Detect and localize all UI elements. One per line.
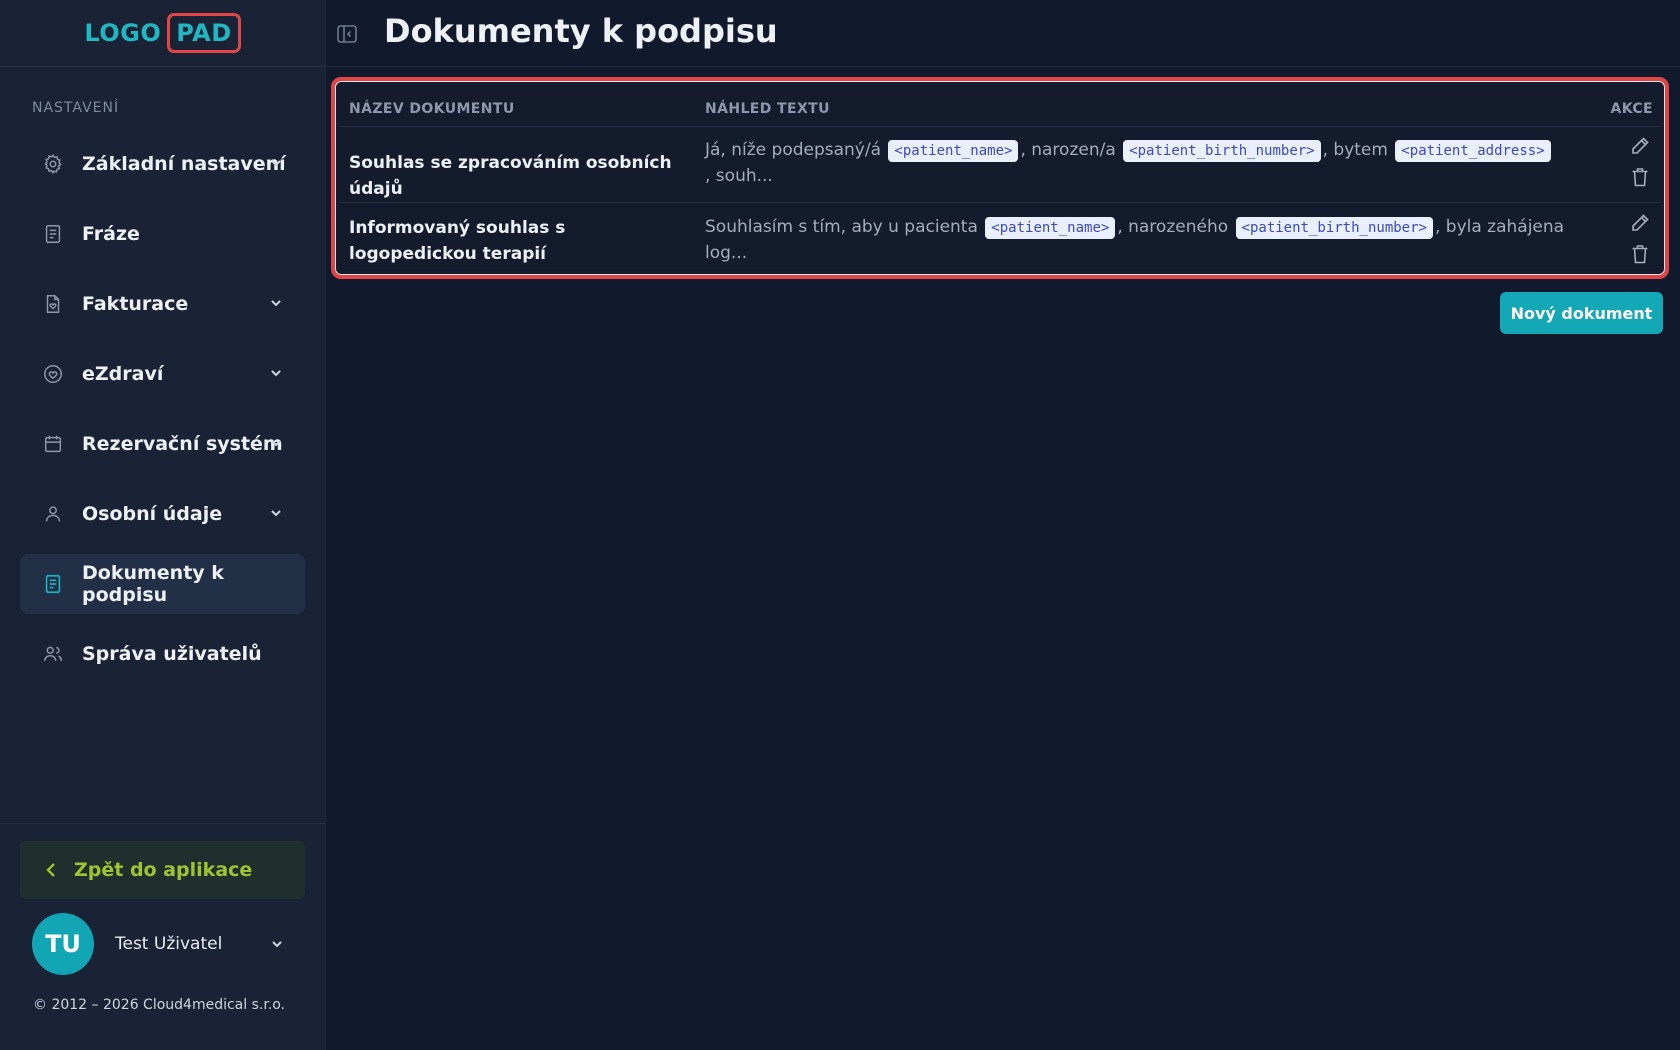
- document-preview: Já, níže podepsaný/á <patient_name>, nar…: [705, 137, 1585, 189]
- header-divider: [326, 66, 1680, 67]
- sidebar-item-fraze[interactable]: Fráze: [20, 204, 305, 264]
- trash-icon[interactable]: [1629, 166, 1651, 188]
- row-divider: [339, 126, 1661, 127]
- preview-text: , souh...: [705, 166, 773, 186]
- preview-text: , bytem: [1322, 140, 1394, 160]
- back-to-app-button[interactable]: Zpět do aplikace: [20, 841, 305, 899]
- chevron-down-icon: [271, 300, 281, 307]
- sidebar-nav: Základní nastavení Fráze Fakturace eZdra…: [20, 134, 305, 694]
- preview-text: , narozen/a: [1020, 140, 1122, 160]
- chevron-down-icon: [271, 510, 281, 517]
- document-icon: [42, 223, 64, 245]
- logo-text-right: PAD: [167, 13, 241, 53]
- user-icon: [42, 503, 64, 525]
- user-menu[interactable]: TU Test Uživatel: [32, 913, 292, 975]
- sidebar-item-dokumenty-k-podpisu[interactable]: Dokumenty k podpisu: [20, 554, 305, 614]
- document-name: Souhlas se zpracováním osobních údajů: [349, 153, 672, 199]
- preview-text: Já, níže podepsaný/á: [705, 140, 887, 160]
- sidebar-item-label: eZdraví: [82, 363, 164, 385]
- sidebar-item-label: Základní nastavení: [82, 153, 286, 175]
- logo-text-left: LOGO: [84, 19, 162, 47]
- placeholder-tag: <patient_birth_number>: [1123, 140, 1321, 162]
- document-icon: [42, 573, 64, 595]
- chevron-down-icon: [271, 370, 281, 377]
- sidebar-item-fakturace[interactable]: Fakturace: [20, 274, 305, 334]
- chevron-down-icon: [271, 160, 281, 167]
- column-header-name: NÁZEV DOKUMENTU: [349, 101, 515, 117]
- sidebar-item-osobni-udaje[interactable]: Osobní údaje: [20, 484, 305, 544]
- section-label: NASTAVENÍ: [32, 100, 120, 116]
- documents-table: NÁZEV DOKUMENTU NÁHLED TEXTU AKCE Souhla…: [331, 77, 1669, 279]
- sidebar-item-sprava-uzivatelu[interactable]: Správa uživatelů: [20, 624, 305, 684]
- chevron-left-icon: [46, 863, 55, 877]
- heart-shield-icon: [42, 363, 64, 385]
- page-title: Dokumenty k podpisu: [384, 12, 778, 50]
- users-icon: [42, 643, 64, 665]
- document-name: Informovaný souhlas s logopedickou terap…: [349, 218, 566, 264]
- preview-text: Souhlasím s tím, aby u pacienta: [705, 217, 984, 237]
- trash-icon[interactable]: [1629, 243, 1651, 265]
- sidebar-item-zakladni-nastaveni[interactable]: Základní nastavení: [20, 134, 305, 194]
- sidebar-item-label: Správa uživatelů: [82, 643, 262, 665]
- chevron-down-icon: [272, 941, 282, 948]
- sidebar-item-label: Dokumenty k podpisu: [82, 562, 224, 606]
- avatar: TU: [32, 913, 94, 975]
- sidebar-item-label: Rezervační systém: [82, 433, 283, 455]
- column-header-actions: AKCE: [1610, 101, 1653, 117]
- sidebar-item-rezervacni-system[interactable]: Rezervační systém: [20, 414, 305, 474]
- edit-icon[interactable]: [1629, 135, 1651, 157]
- sidebar-item-label: Fráze: [82, 223, 140, 245]
- sidebar-divider: [0, 823, 325, 824]
- row-divider: [339, 202, 1661, 203]
- gear-icon: [42, 153, 64, 175]
- new-document-button[interactable]: Nový dokument: [1500, 292, 1663, 334]
- column-header-preview: NÁHLED TEXTU: [705, 101, 830, 117]
- placeholder-tag: <patient_name>: [888, 140, 1019, 162]
- calendar-icon: [42, 433, 64, 455]
- user-name: Test Uživatel: [115, 934, 223, 954]
- edit-icon[interactable]: [1629, 212, 1651, 234]
- back-to-app-label: Zpět do aplikace: [74, 859, 253, 881]
- sidebar-toggle-icon[interactable]: [336, 23, 358, 45]
- sidebar-item-label: Fakturace: [82, 293, 189, 315]
- placeholder-tag: <patient_name>: [985, 217, 1116, 239]
- invoice-icon: [42, 293, 64, 315]
- preview-text: , narozeného: [1117, 217, 1234, 237]
- chevron-down-icon: [271, 440, 281, 447]
- sidebar-item-ezdravi[interactable]: eZdraví: [20, 344, 305, 404]
- sidebar-item-label: Osobní údaje: [82, 503, 223, 525]
- document-preview: Souhlasím s tím, aby u pacienta <patient…: [705, 214, 1585, 266]
- logo[interactable]: LOGO PAD: [0, 0, 325, 67]
- copyright: © 2012 – 2026 Cloud4medical s.r.o.: [33, 997, 286, 1013]
- placeholder-tag: <patient_address>: [1395, 140, 1551, 162]
- placeholder-tag: <patient_birth_number>: [1235, 217, 1433, 239]
- sidebar: LOGO PAD NASTAVENÍ Základní nastavení Fr…: [0, 0, 326, 1050]
